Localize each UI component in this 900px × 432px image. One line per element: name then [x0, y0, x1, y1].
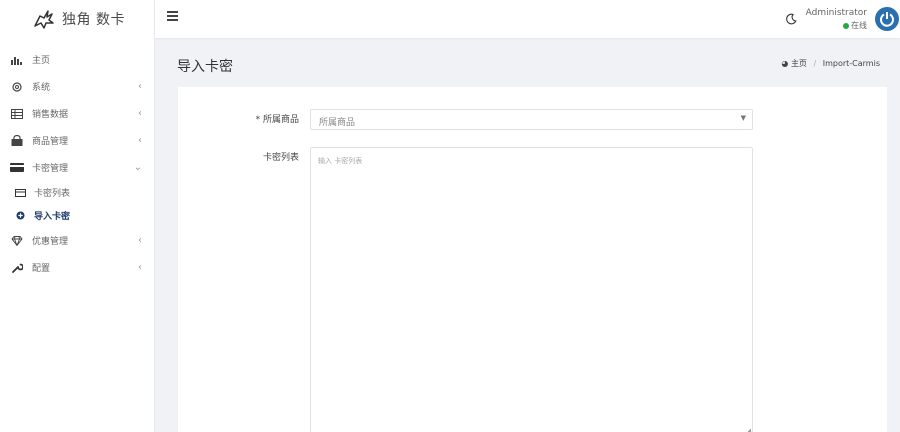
- diamond-icon: [10, 234, 24, 248]
- moon-icon[interactable]: [785, 13, 797, 25]
- bar-chart-icon: [10, 53, 24, 67]
- user-status: 在线: [806, 20, 867, 31]
- sidebar-item-cards[interactable]: 卡密管理 ⌄: [0, 154, 154, 181]
- sidebar: 独角 数卡 主页 系统 ‹ 销售数据 ‹ 商品管理 ‹ 卡密管理 ⌄ 卡密列表 …: [0, 0, 155, 432]
- sidebar-subitem-import-cards[interactable]: 导入卡密: [0, 204, 154, 227]
- table-icon: [10, 107, 24, 121]
- user-name: Administrator: [805, 8, 867, 18]
- sidebar-item-label: 销售数据: [32, 110, 69, 120]
- credit-card-icon: [10, 161, 24, 175]
- sidebar-subitem-label: 导入卡密: [34, 212, 71, 222]
- user-status-text: 在线: [851, 21, 867, 30]
- gear-icon: [10, 80, 24, 94]
- content-header: 导入卡密 ◕ 主页 / Import-Carmis: [155, 38, 900, 86]
- product-select[interactable]: 所属商品 ▼: [310, 109, 753, 130]
- sidebar-item-home[interactable]: 主页: [0, 46, 154, 73]
- avatar[interactable]: [875, 7, 899, 31]
- sidebar-item-label: 配置: [32, 264, 51, 274]
- sidebar-item-label: 卡密管理: [32, 164, 69, 174]
- sidebar-item-settings[interactable]: 配置 ‹: [0, 254, 154, 281]
- chevron-left-icon: ‹: [138, 108, 142, 119]
- menu-toggle-icon[interactable]: [167, 11, 178, 23]
- sidebar-item-label: 系统: [32, 83, 51, 93]
- breadcrumb-current: Import-Carmis: [822, 59, 880, 68]
- sidebar-item-label: 主页: [32, 56, 51, 66]
- cards-label: 卡密列表: [262, 153, 299, 163]
- plus-circle-icon: [14, 210, 26, 222]
- breadcrumb-separator: /: [813, 59, 817, 68]
- chevron-left-icon: ‹: [138, 81, 142, 92]
- user-info[interactable]: Administrator 在线: [806, 8, 867, 31]
- sidebar-item-discounts[interactable]: 优惠管理 ‹: [0, 227, 154, 254]
- import-form-card: * 所属商品 所属商品 ▼ 卡密列表 输入 卡密列表 ◢: [178, 87, 887, 432]
- product-select-value: 所属商品: [319, 118, 356, 128]
- brand-name: 独角 数卡: [62, 12, 125, 28]
- chevron-left-icon: ‹: [138, 235, 142, 246]
- cards-textarea-placeholder: 输入 卡密列表: [318, 157, 363, 165]
- page-title: 导入卡密: [177, 59, 233, 75]
- online-dot-icon: [843, 22, 849, 29]
- power-icon: [880, 12, 894, 27]
- chevron-left-icon: ‹: [138, 135, 142, 146]
- sidebar-item-label: 商品管理: [32, 137, 69, 147]
- wrench-icon: [10, 261, 24, 275]
- shopping-bag-icon: [10, 134, 24, 148]
- sidebar-subitem-label: 卡密列表: [34, 189, 71, 199]
- sidebar-item-sales[interactable]: 销售数据 ‹: [0, 100, 154, 127]
- product-label: * 所属商品: [255, 115, 299, 125]
- unicorn-logo-icon: [34, 10, 54, 29]
- breadcrumb: ◕ 主页 / Import-Carmis: [781, 58, 880, 69]
- breadcrumb-home[interactable]: 主页: [791, 59, 807, 68]
- caret-down-icon: ▼: [740, 114, 746, 122]
- dashboard-icon: ◕: [781, 59, 789, 68]
- chevron-down-icon: ⌄: [133, 162, 142, 173]
- cards-textarea[interactable]: 输入 卡密列表 ◢: [310, 147, 753, 432]
- sidebar-item-products[interactable]: 商品管理 ‹: [0, 127, 154, 154]
- sidebar-nav: 主页 系统 ‹ 销售数据 ‹ 商品管理 ‹ 卡密管理 ⌄ 卡密列表 导入卡密 优…: [0, 46, 154, 281]
- topbar: Administrator 在线: [155, 0, 900, 38]
- sidebar-item-label: 优惠管理: [32, 237, 69, 247]
- resize-handle-icon[interactable]: ◢: [746, 427, 751, 432]
- card-icon: [14, 187, 26, 199]
- sidebar-subitem-card-list[interactable]: 卡密列表: [0, 181, 154, 204]
- sidebar-item-system[interactable]: 系统 ‹: [0, 73, 154, 100]
- chevron-left-icon: ‹: [138, 262, 142, 273]
- brand-logo[interactable]: 独角 数卡: [0, 0, 154, 38]
